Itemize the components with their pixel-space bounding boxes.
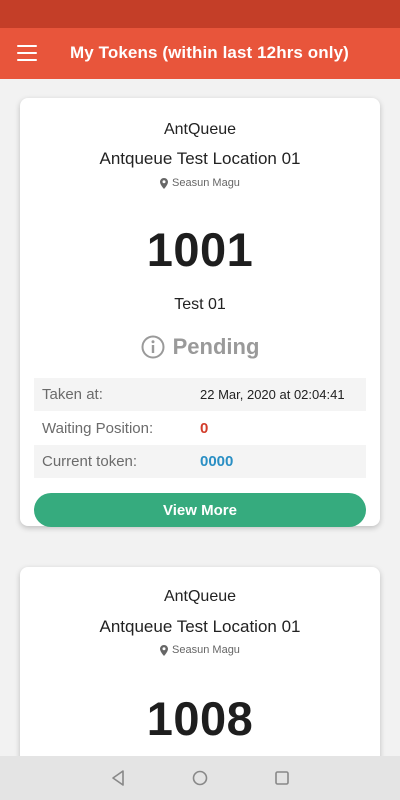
status-bar: [0, 0, 400, 28]
token-name: Test 01: [174, 296, 226, 313]
current-token-row: Current token: 0000: [34, 445, 366, 478]
company-name: AntQueue: [163, 588, 237, 605]
taken-at-value: 22 Mar, 2020 at 02:04:41: [200, 387, 345, 402]
token-number: 1008: [146, 692, 254, 745]
place-name: Seasun Magu: [172, 644, 240, 656]
info-icon: [141, 335, 165, 359]
location-name: Antqueue Test Location 01: [99, 617, 301, 636]
system-nav-bar: [0, 756, 400, 800]
view-more-button[interactable]: View More: [34, 493, 366, 527]
taken-at-row: Taken at: 22 Mar, 2020 at 02:04:41: [34, 378, 366, 411]
taken-at-label: Taken at:: [42, 386, 103, 403]
location-pin-icon: [160, 177, 169, 189]
status-badge: Pending: [20, 334, 380, 360]
token-card: AntQueue Antqueue Test Location 01 Seasu…: [20, 567, 380, 756]
current-token-label: Current token:: [42, 453, 138, 470]
location-name: Antqueue Test Location 01: [99, 149, 301, 168]
place-line: Seasun Magu: [20, 644, 380, 656]
home-circle-icon[interactable]: [191, 769, 209, 787]
company-name: AntQueue: [163, 121, 237, 138]
status-text: Pending: [172, 334, 260, 359]
token-number: 1001: [146, 223, 254, 276]
back-triangle-icon[interactable]: [110, 769, 128, 787]
waiting-position-row: Waiting Position: 0: [34, 412, 366, 445]
location-pin-icon: [160, 644, 169, 656]
recent-apps-square-icon[interactable]: [273, 769, 291, 787]
waiting-position-label: Waiting Position:: [42, 420, 154, 437]
current-token-value: 0000: [200, 453, 234, 470]
place-line: Seasun Magu: [20, 177, 380, 189]
token-card: AntQueue Antqueue Test Location 01 Seasu…: [20, 98, 380, 527]
place-name: Seasun Magu: [172, 177, 240, 189]
app-bar: My Tokens (within last 12hrs only): [0, 28, 400, 79]
hamburger-menu-icon[interactable]: [17, 45, 37, 61]
token-list[interactable]: AntQueue Antqueue Test Location 01 Seasu…: [0, 79, 400, 756]
page-title: My Tokens (within last 12hrs only): [70, 43, 349, 62]
waiting-position-value: 0: [200, 420, 209, 437]
